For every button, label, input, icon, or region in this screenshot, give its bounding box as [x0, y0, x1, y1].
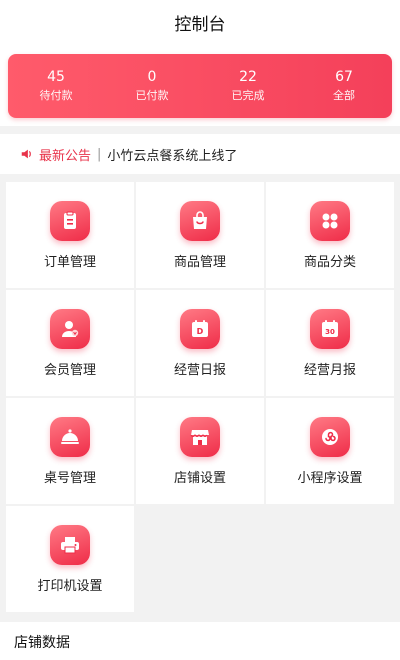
- shopping-bag-icon: [180, 200, 220, 241]
- announcement-text: 小竹云点餐系统上线了: [107, 148, 238, 164]
- menu-item-label: 订单管理: [43, 254, 96, 270]
- cloche-icon: [50, 416, 90, 457]
- stats-section: 45 待付款 0 已付款 22 已完成 67 全部: [0, 44, 400, 126]
- menu-item-label: 店铺设置: [173, 470, 226, 486]
- grid-icon: [310, 200, 350, 241]
- stat-all[interactable]: 67 全部: [296, 67, 392, 105]
- menu-item-categories[interactable]: 商品分类: [266, 182, 394, 288]
- menu-item-label: 商品管理: [173, 254, 226, 270]
- menu-item-label: 会员管理: [43, 362, 96, 378]
- calendar-day-icon: D: [180, 308, 220, 349]
- stat-label: 已付款: [135, 89, 169, 102]
- stat-label: 已完成: [231, 89, 265, 102]
- menu-item-label: 桌号管理: [43, 470, 96, 486]
- order-stats-card: 45 待付款 0 已付款 22 已完成 67 全部: [8, 54, 392, 118]
- announcement-tag: 最新公告: [39, 148, 92, 164]
- mini-program-icon: [310, 416, 350, 457]
- stat-paid[interactable]: 0 已付款: [104, 67, 200, 105]
- menu-item-printer-settings[interactable]: 打印机设置: [6, 506, 134, 612]
- menu-item-label: 经营日报: [173, 362, 226, 378]
- clipboard-icon: [50, 200, 90, 241]
- menu-grid: 订单管理 商品管理 商品分类 会员管理 D 经营日报 30 经营月报 桌号管理 …: [0, 182, 400, 612]
- calendar-day-glyph: D: [197, 327, 204, 336]
- menu-item-products[interactable]: 商品管理: [136, 182, 264, 288]
- menu-item-monthly-report[interactable]: 30 经营月报: [266, 290, 394, 396]
- calendar-month-icon: 30: [310, 308, 350, 349]
- top-bar: 控制台: [0, 0, 400, 44]
- store-icon: [180, 416, 220, 457]
- section-title-text: 店铺数据: [14, 635, 70, 651]
- menu-item-orders[interactable]: 订单管理: [6, 182, 134, 288]
- printer-icon: [50, 524, 90, 565]
- menu-item-label: 商品分类: [303, 254, 356, 270]
- stat-value: 0: [147, 69, 157, 85]
- menu-item-tables[interactable]: 桌号管理: [6, 398, 134, 504]
- menu-item-members[interactable]: 会员管理: [6, 290, 134, 396]
- menu-item-label: 小程序设置: [297, 470, 363, 486]
- page-title: 控制台: [174, 14, 226, 35]
- stat-value: 45: [47, 69, 65, 85]
- announcement-bar[interactable]: 最新公告 | 小竹云点餐系统上线了: [0, 134, 400, 174]
- menu-item-label: 打印机设置: [37, 578, 103, 594]
- speaker-icon: [21, 149, 31, 159]
- stat-value: 22: [239, 69, 257, 85]
- stat-completed[interactable]: 22 已完成: [200, 67, 296, 105]
- member-icon: [50, 308, 90, 349]
- menu-item-mini-program-settings[interactable]: 小程序设置: [266, 398, 394, 504]
- menu-item-label: 经营月报: [303, 362, 356, 378]
- stat-label: 待付款: [39, 89, 73, 102]
- section-title-store-data: 店铺数据: [0, 622, 400, 660]
- menu-item-store-settings[interactable]: 店铺设置: [136, 398, 264, 504]
- stat-pending-payment[interactable]: 45 待付款: [8, 67, 104, 105]
- calendar-month-glyph: 30: [325, 328, 335, 336]
- stat-label: 全部: [333, 89, 355, 102]
- menu-item-daily-report[interactable]: D 经营日报: [136, 290, 264, 396]
- announcement-separator: |: [97, 146, 102, 162]
- stat-value: 67: [335, 69, 353, 85]
